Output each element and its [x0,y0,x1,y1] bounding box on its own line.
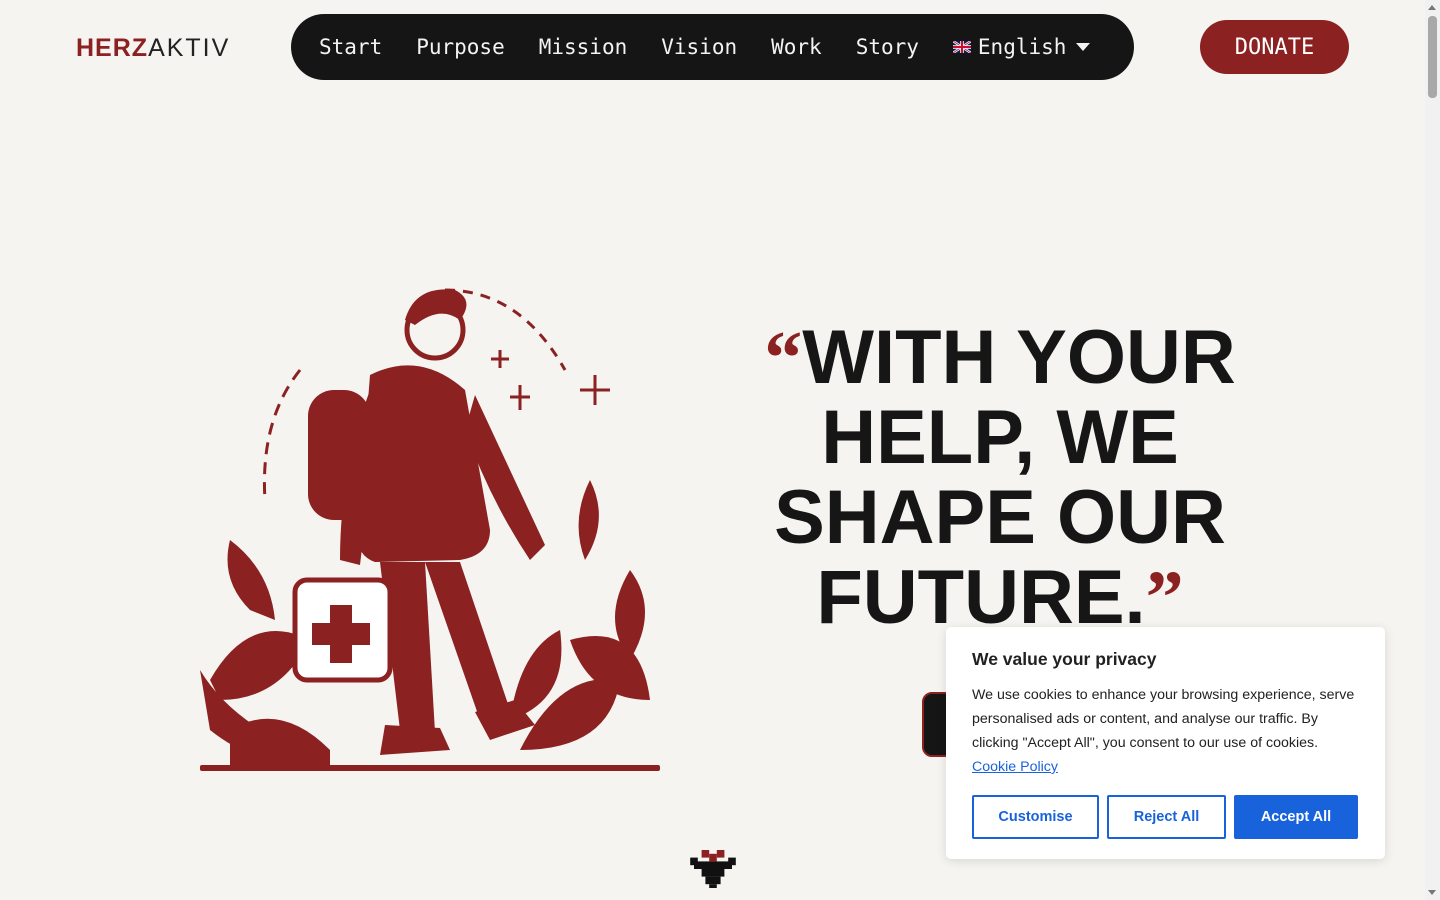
reject-all-button[interactable]: Reject All [1107,795,1226,839]
cookie-banner-text: We use cookies to enhance your browsing … [972,683,1359,779]
volunteer-illustration [200,288,660,771]
uk-flag-icon [952,41,971,53]
logo-text-herz: HERZ [76,34,149,62]
cookie-banner-title: We value your privacy [972,649,1157,669]
nav-item-start[interactable]: Start [319,35,382,59]
cookie-button-row: Customise Reject All Accept All [972,795,1358,839]
nav-item-work[interactable]: Work [771,35,822,59]
scroll-up-arrow-icon[interactable] [1428,5,1436,10]
nav-item-mission[interactable]: Mission [539,35,628,59]
site-logo[interactable]: HERZ AKTIV [76,34,230,63]
customise-button[interactable]: Customise [972,795,1099,839]
open-quote-mark: “ [764,316,803,400]
logo-text-aktiv: AKTIV [148,34,231,62]
scroll-down-arrow-icon[interactable] [1428,890,1436,895]
nav-item-vision[interactable]: Vision [661,35,737,59]
hero-quote: “WITH YOUR HELP, WE SHAPE OUR FUTURE.” [740,316,1260,639]
cookie-banner-body: We use cookies to enhance your browsing … [972,687,1355,751]
scrollbar-thumb[interactable] [1428,16,1437,98]
pixel-heart-icon[interactable] [689,850,737,888]
language-label: English [977,35,1067,59]
accept-all-button[interactable]: Accept All [1234,795,1358,839]
cookie-consent-banner: We value your privacy We use cookies to … [946,627,1385,859]
nav-item-purpose[interactable]: Purpose [416,35,505,59]
cookie-policy-link[interactable]: Cookie Policy [972,759,1058,775]
chevron-down-icon [1076,43,1091,51]
main-nav: Start Purpose Mission Vision Work Story … [291,14,1134,80]
donate-button[interactable]: DONATE [1200,20,1349,74]
nav-item-story[interactable]: Story [856,35,919,59]
language-selector[interactable]: English [952,35,1091,59]
page-scrollbar[interactable] [1425,0,1440,900]
